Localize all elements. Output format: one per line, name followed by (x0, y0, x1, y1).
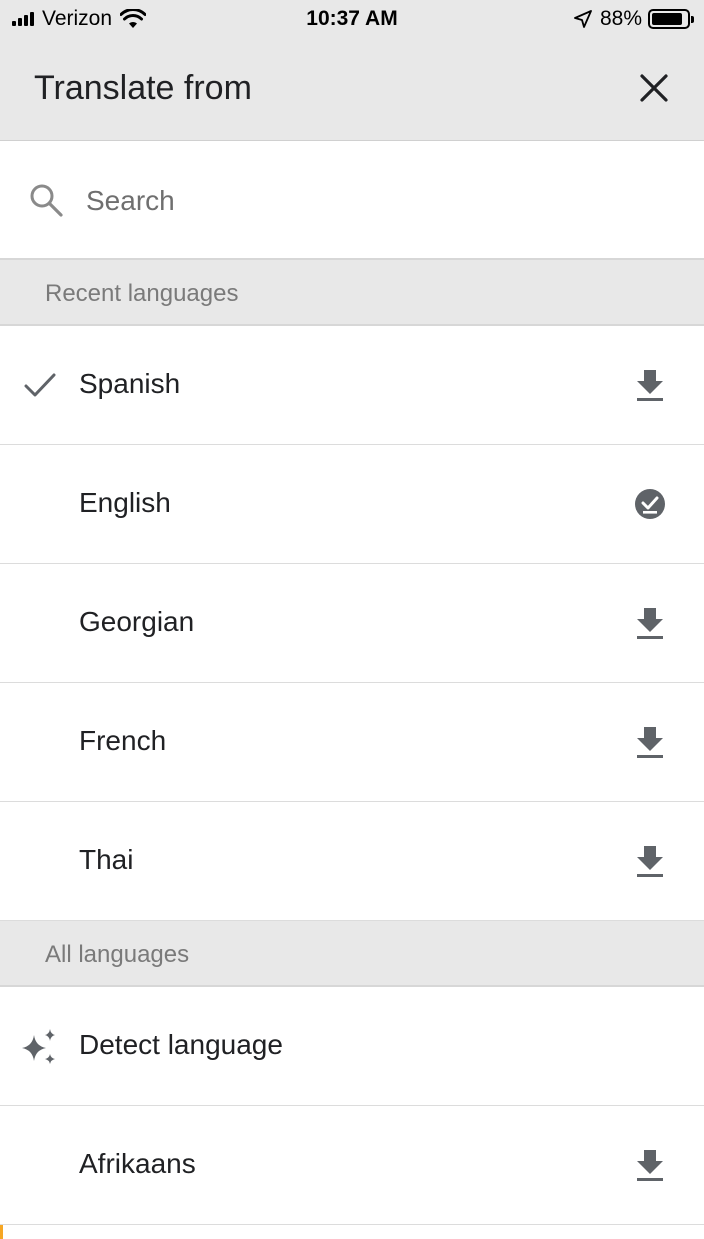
location-arrow-icon (574, 10, 592, 28)
close-icon[interactable] (634, 68, 674, 108)
language-label: Afrikaans (79, 1148, 196, 1179)
download-icon[interactable] (634, 725, 666, 759)
language-label: Spanish (79, 368, 181, 399)
language-label: English (79, 487, 171, 518)
language-row-english[interactable]: English (0, 445, 704, 564)
language-row-thai[interactable]: Thai (0, 802, 704, 921)
language-row-georgian[interactable]: Georgian (0, 564, 704, 683)
download-icon[interactable] (634, 606, 666, 640)
section-header-recent: Recent languages (0, 260, 704, 326)
language-row-spanish[interactable]: Spanish (0, 326, 704, 445)
page-title: Translate from (34, 69, 252, 107)
language-label: French (79, 725, 167, 756)
battery-percent: 88% (599, 7, 642, 30)
search-icon (30, 184, 63, 217)
battery-tip (691, 16, 694, 23)
language-row-french[interactable]: French (0, 683, 704, 802)
battery-icon (648, 9, 694, 29)
status-bar: Verizon 10:37 AM 88% (0, 0, 704, 38)
language-label: Detect language (79, 1029, 283, 1060)
section-title-all: All languages (45, 941, 190, 968)
downloaded-check-icon (635, 489, 665, 519)
language-row-afrikaans[interactable]: Afrikaans (0, 1106, 704, 1225)
status-right: 88% (574, 7, 694, 31)
header-bar: Translate from (0, 38, 704, 141)
checkmark-icon (24, 373, 56, 397)
language-row-detect[interactable]: Detect language (0, 987, 704, 1106)
section-header-all: All languages (0, 921, 704, 987)
section-title-recent: Recent languages (45, 280, 239, 307)
download-icon[interactable] (634, 1148, 666, 1182)
language-label: Thai (79, 844, 134, 875)
battery-fill (652, 13, 682, 25)
translate-from-screen: Verizon 10:37 AM 88% Translate from Sear… (0, 0, 704, 1239)
language-label: Georgian (79, 606, 195, 637)
download-icon[interactable] (634, 844, 666, 878)
search-input[interactable] (86, 180, 646, 222)
search-bar[interactable] (0, 142, 704, 260)
sparkle-icon (22, 1029, 55, 1064)
download-icon[interactable] (634, 368, 666, 402)
